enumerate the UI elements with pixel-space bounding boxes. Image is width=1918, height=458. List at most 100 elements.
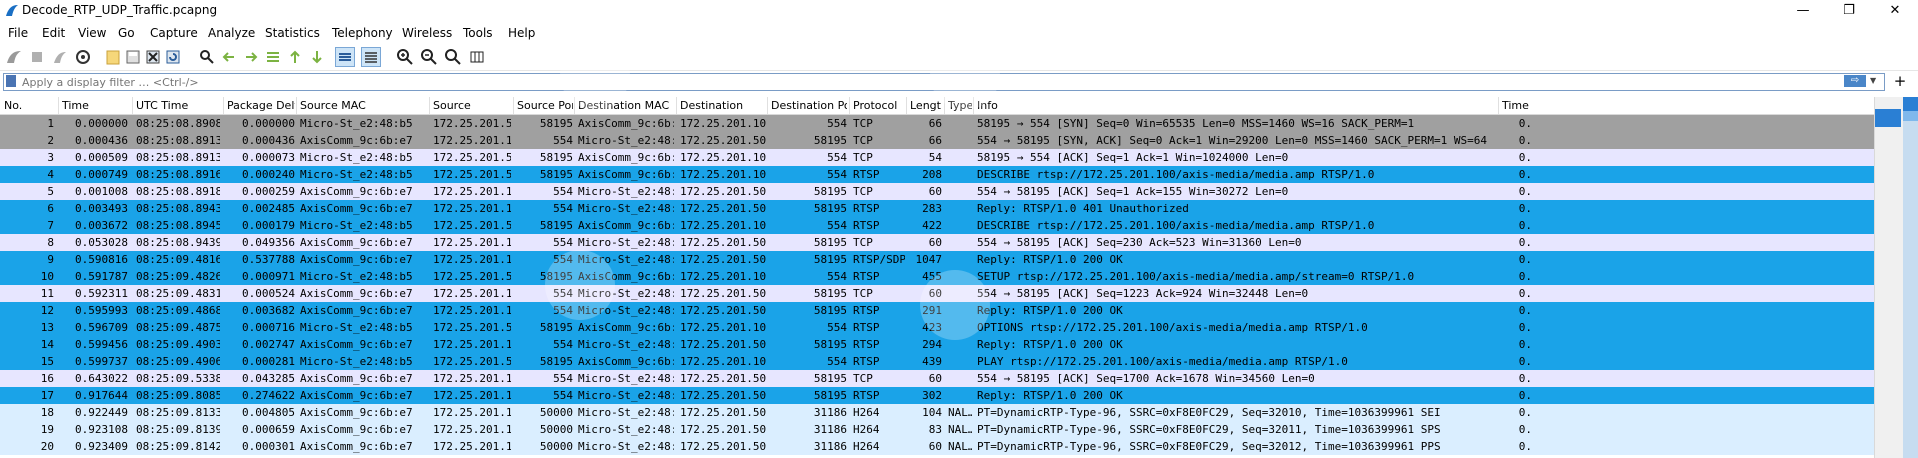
column-separator[interactable] [849, 97, 850, 114]
packet-cell-src: 172.25.201.100 [433, 304, 511, 317]
column-header-source[interactable]: Source [433, 99, 511, 112]
add-filter-button[interactable]: + [1891, 72, 1909, 90]
menu-help[interactable]: Help [508, 26, 535, 40]
packet-cell-since: 0. [1518, 321, 1532, 334]
column-header-source-mac[interactable]: Source MAC [300, 99, 426, 112]
go-to-packet-icon[interactable] [264, 48, 282, 66]
packet-row[interactable]: 6 0.003493 08:25:08.894365 0.002485 AxisComm… [0, 200, 1874, 217]
packet-cell-since: 0. [1518, 406, 1532, 419]
packet-row[interactable]: 8 0.053028 08:25:08.943900 0.049356 AxisComm… [0, 234, 1874, 251]
stop-capture-icon[interactable] [28, 48, 46, 66]
close-file-icon[interactable] [144, 48, 162, 66]
find-packet-icon[interactable] [198, 48, 216, 66]
column-separator[interactable] [1498, 97, 1499, 114]
column-header-info[interactable]: Info [977, 99, 1497, 112]
menu-tools[interactable]: Tools [463, 26, 493, 40]
reload-file-icon[interactable] [164, 48, 182, 66]
packet-cell-proto: RTSP [853, 304, 880, 317]
packet-row[interactable]: 9 0.590816 08:25:09.481688 0.537788 AxisComm… [0, 251, 1874, 268]
column-header-source-port[interactable]: Source Port [517, 99, 573, 112]
packet-cell-dport: 58195 [813, 253, 847, 266]
packet-row[interactable]: 4 0.000749 08:25:08.891621 0.000240 Micro-St… [0, 166, 1874, 183]
menu-file[interactable]: File [8, 26, 28, 40]
close-button[interactable]: ✕ [1872, 0, 1918, 22]
packet-row[interactable]: 2 0.000436 08:25:08.891308 0.000436 AxisComm… [0, 132, 1874, 149]
packet-row[interactable]: 19 0.923108 08:25:09.813980 0.000659 AxisCom… [0, 421, 1874, 438]
column-separator[interactable] [906, 97, 907, 114]
packet-row[interactable]: 17 0.917644 08:25:09.808516 0.274622 AxisCom… [0, 387, 1874, 404]
packet-list-scrollbar[interactable] [1874, 97, 1918, 458]
packet-row[interactable]: 7 0.003672 08:25:08.894544 0.000179 Micro-St… [0, 217, 1874, 234]
column-separator[interactable] [767, 97, 768, 114]
menu-statistics[interactable]: Statistics [265, 26, 320, 40]
autoscroll-icon[interactable] [335, 47, 355, 67]
menu-analyze[interactable]: Analyze [208, 26, 255, 40]
packet-row[interactable]: 5 0.001008 08:25:08.891880 0.000259 AxisComm… [0, 183, 1874, 200]
resize-columns-icon[interactable] [468, 48, 486, 66]
normal-size-icon[interactable] [444, 48, 462, 66]
restore-button[interactable]: ❐ [1826, 0, 1872, 22]
packet-cell-since: 0. [1518, 151, 1532, 164]
capture-options-icon[interactable] [74, 48, 92, 66]
column-header-time-since[interactable]: Time since [1502, 99, 1532, 112]
go-last-icon[interactable] [308, 48, 326, 66]
column-separator[interactable] [429, 97, 430, 114]
packet-cell-proto: TCP [853, 372, 873, 385]
zoom-in-icon[interactable] [396, 48, 414, 66]
packet-cell-utc: 08:25:09.813321 [136, 406, 220, 419]
column-separator[interactable] [676, 97, 677, 114]
packet-minimap[interactable] [1903, 97, 1918, 458]
packet-row[interactable]: 14 0.599456 08:25:09.490328 0.002747 AxisCom… [0, 336, 1874, 353]
packet-cell-info: 58195 → 554 [ACK] Seq=1 Ack=1 Win=102400… [977, 151, 1289, 164]
packet-row[interactable]: 18 0.922449 08:25:09.813321 0.004805 AxisCom… [0, 404, 1874, 421]
packet-cell-sport: 58195 [539, 168, 573, 181]
menu-edit[interactable]: Edit [42, 26, 65, 40]
packet-cell-sport: 554 [553, 134, 573, 147]
filter-dropdown-icon[interactable]: ▼ [1870, 75, 1880, 87]
packet-cell-sport: 554 [553, 338, 573, 351]
menu-view[interactable]: View [78, 26, 106, 40]
column-header-time[interactable]: Time [62, 99, 128, 112]
menu-capture[interactable]: Capture [150, 26, 198, 40]
watermark-logo [545, 250, 615, 320]
open-file-icon[interactable] [104, 48, 122, 66]
apply-filter-icon[interactable]: ⇨ [1844, 75, 1866, 87]
packet-row[interactable]: 15 0.599737 08:25:09.490609 0.000281 Micro-S… [0, 353, 1874, 370]
menu-wireless[interactable]: Wireless [402, 26, 452, 40]
minimize-button[interactable]: — [1780, 0, 1826, 22]
save-file-icon[interactable] [124, 48, 142, 66]
packet-row[interactable]: 3 0.000509 08:25:08.891381 0.000073 Micro-St… [0, 149, 1874, 166]
colorize-icon[interactable] [361, 47, 381, 67]
column-separator[interactable] [58, 97, 59, 114]
packet-row[interactable]: 16 0.643022 08:25:09.533894 0.043285 AxisCom… [0, 370, 1874, 387]
column-header-length[interactable]: Length [910, 99, 942, 112]
shark-fin-start-icon[interactable] [5, 48, 23, 66]
packet-cell-info: Reply: RTSP/1.0 200 OK [977, 389, 1123, 402]
packet-cell-no: 20 [40, 440, 54, 453]
packet-cell-dport: 31186 [813, 423, 847, 436]
column-separator[interactable] [513, 97, 514, 114]
column-separator[interactable] [296, 97, 297, 114]
column-header-utc-time[interactable]: UTC Time [136, 99, 220, 112]
zoom-out-icon[interactable] [420, 48, 438, 66]
bookmark-icon[interactable] [6, 75, 16, 87]
restart-capture-icon[interactable] [51, 48, 69, 66]
scrollbar-thumb[interactable] [1875, 109, 1901, 127]
column-separator[interactable] [132, 97, 133, 114]
go-back-icon[interactable] [220, 48, 238, 66]
column-separator[interactable] [223, 97, 224, 114]
column-header-destination[interactable]: Destination [680, 99, 766, 112]
packet-row[interactable]: 1 0.000000 08:25:08.890872 0.000000 Micro-St… [0, 115, 1874, 132]
packet-cell-no: 10 [40, 270, 54, 283]
menu-go[interactable]: Go [118, 26, 135, 40]
go-forward-icon[interactable] [242, 48, 260, 66]
packet-cell-time: 0.001008 [75, 185, 128, 198]
column-header-protocol[interactable]: Protocol [853, 99, 905, 112]
column-header-destination-port[interactable]: Destination Port [771, 99, 847, 112]
packet-row[interactable]: 20 0.923409 08:25:09.814281 0.000301 AxisCom… [0, 438, 1874, 455]
menu-telephony[interactable]: Telephony [332, 26, 393, 40]
column-header-package-delta[interactable]: Package Delta [227, 99, 295, 112]
packet-cell-proto: TCP [853, 151, 873, 164]
column-header-no[interactable]: No. [4, 99, 54, 112]
go-first-icon[interactable] [286, 48, 304, 66]
